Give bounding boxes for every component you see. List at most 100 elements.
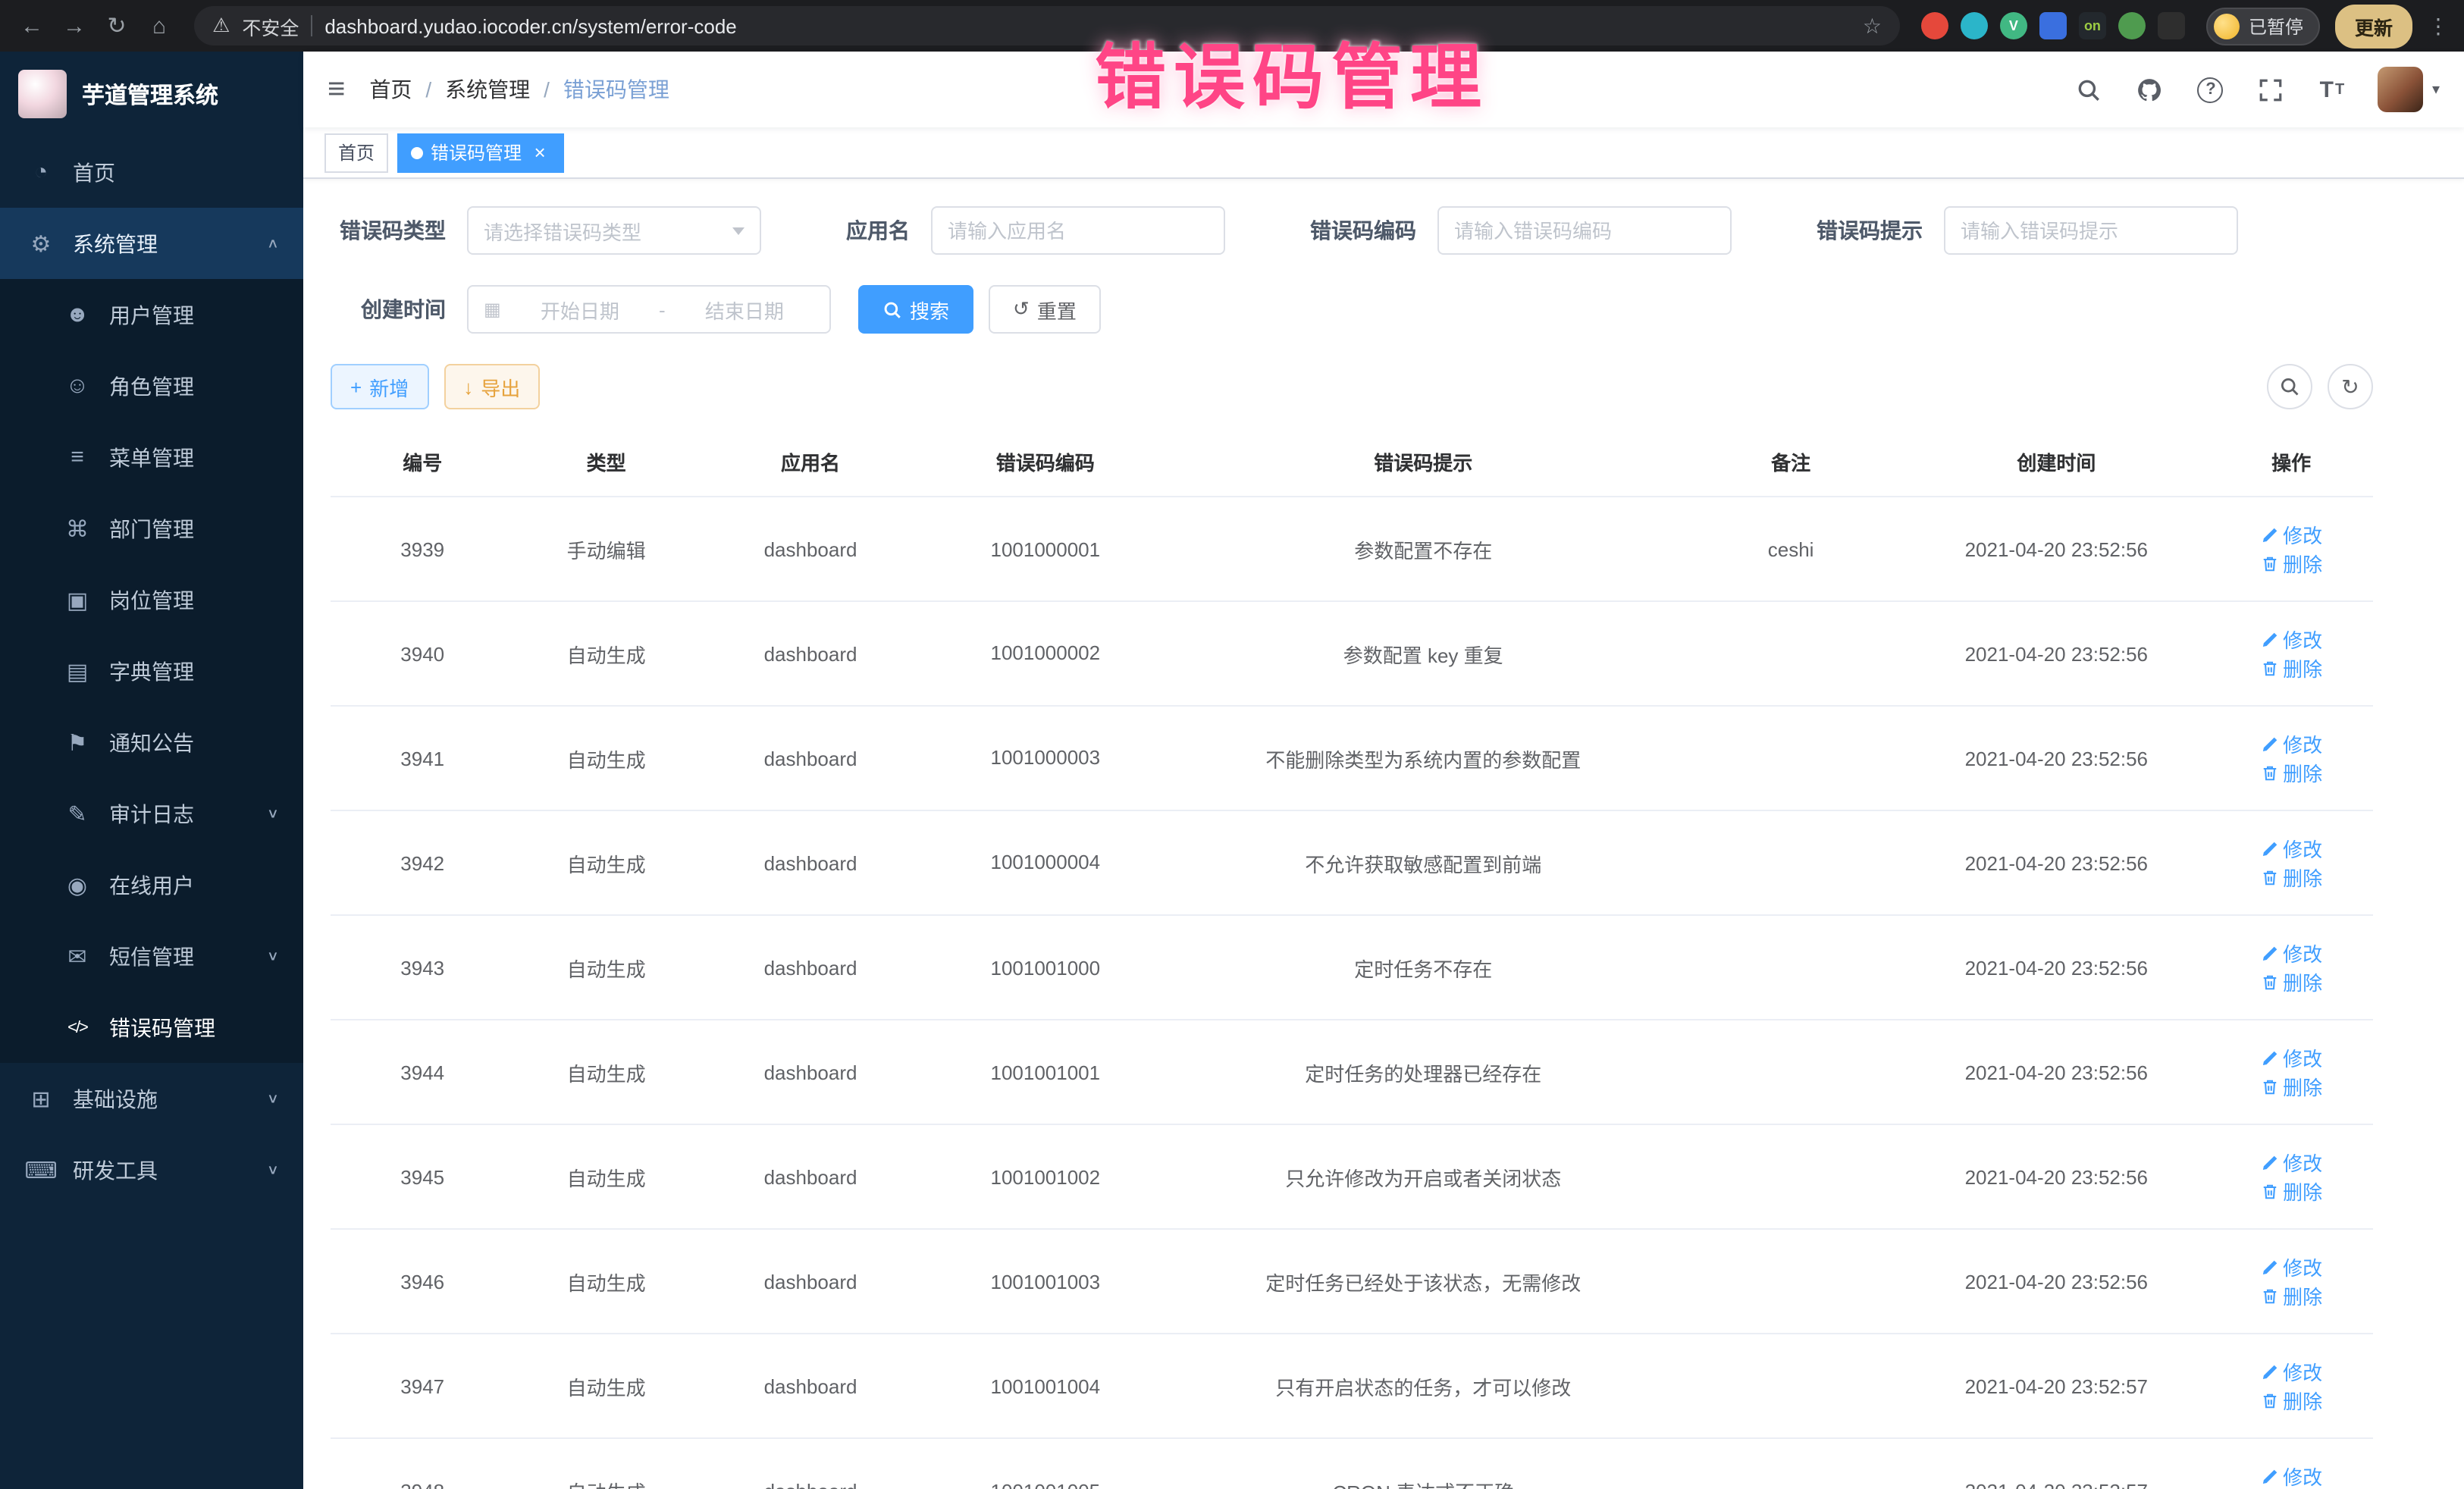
sidebar-item-posts[interactable]: ▣ 岗位管理 [0,564,303,635]
edit-button[interactable]: 修改 [2260,1043,2322,1072]
forward-button[interactable]: → [55,6,94,45]
error-code-input[interactable] [1454,219,1715,242]
delete-button[interactable]: 删除 [2260,758,2322,787]
sidebar-item-roles[interactable]: ☺ 角色管理 [0,350,303,422]
sidebar-item-notices[interactable]: ⚑ 通知公告 [0,707,303,778]
sidebar-item-dictionaries[interactable]: ▤ 字典管理 [0,635,303,707]
delete-button[interactable]: 删除 [2260,1386,2322,1415]
cell-actions: 修改 删除 [2209,1124,2373,1229]
octotree-icon[interactable] [2118,12,2146,39]
cell-actions: 修改 删除 [2209,810,2373,915]
reload-button[interactable]: ↻ [97,6,136,45]
column-header: 备注 [1679,428,1903,497]
breadcrumb: 首页 / 系统管理 / 错误码管理 [369,74,669,105]
help-icon[interactable]: ? [2196,73,2226,106]
edit-button[interactable]: 修改 [2260,1148,2322,1177]
sidebar-item-menus[interactable]: ≡ 菜单管理 [0,422,303,493]
sidebar-item-error-codes[interactable]: </> 错误码管理 [0,992,303,1063]
delete-button[interactable]: 删除 [2260,1177,2322,1205]
sidebar-item-users[interactable]: ☻ 用户管理 [0,279,303,350]
avatar[interactable]: ▾ [2378,67,2440,112]
end-date-placeholder[interactable]: 结束日期 [675,295,814,324]
app-name-input[interactable] [948,219,1208,242]
back-button[interactable]: ← [12,6,52,45]
bookmark-star-icon[interactable]: ☆ [1863,13,1882,39]
sidebar-menu: ◔ 首页 ⚙ 系统管理 ∧ ☻ 用户管理 ☺ 角色管理 ≡ 菜单管理 ⌘ 部门管… [0,136,303,1205]
reset-button[interactable]: ↺ 重置 [989,285,1101,334]
add-button[interactable]: + 新增 [331,364,428,409]
edit-button[interactable]: 修改 [2260,939,2322,967]
cell-actions: 修改 删除 [2209,1334,2373,1438]
cell-msg: 参数配置不存在 [1168,497,1679,601]
close-icon[interactable]: × [529,142,550,163]
cell-msg: 定时任务不存在 [1168,915,1679,1020]
user-icon: ☻ [61,302,94,328]
delete-button[interactable]: 删除 [2260,1281,2322,1310]
error-msg-input[interactable] [1961,219,2221,242]
edit-button[interactable]: 修改 [2260,1357,2322,1386]
delete-button[interactable]: 删除 [2260,549,2322,578]
delete-button[interactable]: 删除 [2260,967,2322,996]
sidebar-item-sms[interactable]: ✉ 短信管理 ∨ [0,920,303,992]
cell-code: 1001001001 [923,1020,1168,1124]
cell-type: 自动生成 [514,1438,698,1489]
sidebar-item-dev-tools[interactable]: ⌨ 研发工具 ∨ [0,1134,303,1205]
breadcrumb-separator: / [425,77,431,102]
update-button[interactable]: 更新 [2335,4,2412,48]
edit-button[interactable]: 修改 [2260,625,2322,654]
url-text[interactable]: dashboard.yudao.iocoder.cn/system/error-… [324,14,736,37]
edit-button[interactable]: 修改 [2260,1462,2322,1489]
sms-icon: ✉ [61,942,94,970]
app-logo[interactable]: 芋道管理系统 [0,52,303,136]
view-tab[interactable]: 错误码管理 × [397,133,564,172]
sidebar-item-departments[interactable]: ⌘ 部门管理 [0,493,303,564]
app-title: 芋道管理系统 [82,78,218,110]
sidebar-item-infrastructure[interactable]: ⊞ 基础设施 ∨ [0,1063,303,1134]
delete-button[interactable]: 删除 [2260,1072,2322,1101]
kebab-menu-icon[interactable]: ⋮ [2428,13,2449,39]
breadcrumb-item-system[interactable]: 系统管理 [445,74,530,105]
annotation-overlay-title: 错误码管理 [1095,18,1489,123]
breadcrumb-item-home[interactable]: 首页 [369,74,412,105]
delete-button[interactable]: 删除 [2260,863,2322,892]
sidebar-item-home[interactable]: ◔ 首页 [0,136,303,208]
devtools-icon: ⌨ [24,1156,58,1183]
cell-code: 1001000003 [923,706,1168,810]
delete-button[interactable]: 删除 [2260,654,2322,682]
toggle-search-button[interactable] [2267,364,2312,409]
sidebar-item-system[interactable]: ⚙ 系统管理 ∧ [0,208,303,279]
proxy-icon[interactable] [2039,12,2067,39]
profile-chip[interactable]: 已暂停 [2206,7,2320,45]
date-range-picker[interactable]: ▦ 开始日期 - 结束日期 [467,285,831,334]
edit-button[interactable]: 修改 [2260,729,2322,758]
adguard-icon[interactable] [1921,12,1948,39]
sidebar-item-online-users[interactable]: ◉ 在线用户 [0,849,303,920]
edit-button[interactable]: 修改 [2260,834,2322,863]
divider [311,15,312,36]
font-size-icon[interactable]: TT [2317,73,2347,106]
select-caret-icon [732,227,745,241]
export-button[interactable]: ↓ 导出 [444,364,540,409]
fullscreen-icon[interactable] [2256,73,2287,106]
colorpicker-icon[interactable] [1961,12,1988,39]
github-icon[interactable] [2135,73,2165,106]
refresh-button[interactable]: ↻ [2328,364,2373,409]
onetab-icon[interactable]: on [2079,12,2106,39]
table-row: 3945 自动生成 dashboard 1001001002 只允许修改为开启或… [331,1124,2373,1229]
edit-button[interactable]: 修改 [2260,520,2322,549]
address-bar[interactable]: ⚠ 不安全 dashboard.yudao.iocoder.cn/system/… [194,6,1900,45]
cell-time: 2021-04-20 23:52:56 [1903,497,2209,601]
error-type-select[interactable]: 请选择错误码类型 [467,206,761,255]
search-button[interactable]: 搜索 [858,285,973,334]
sidebar-toggle-icon[interactable]: ≡ [328,72,345,107]
tampermonkey-icon[interactable] [2158,12,2185,39]
app-logo-image [18,70,67,118]
edit-button[interactable]: 修改 [2260,1252,2322,1281]
sidebar-item-audit-logs[interactable]: ✎ 审计日志 ∨ [0,778,303,849]
cell-app: dashboard [698,1438,923,1489]
vue-devtools-icon[interactable]: V [2000,12,2027,39]
search-icon[interactable] [2074,73,2105,106]
view-tab[interactable]: 首页 [324,133,388,172]
home-button[interactable]: ⌂ [140,6,179,45]
start-date-placeholder[interactable]: 开始日期 [510,295,650,324]
